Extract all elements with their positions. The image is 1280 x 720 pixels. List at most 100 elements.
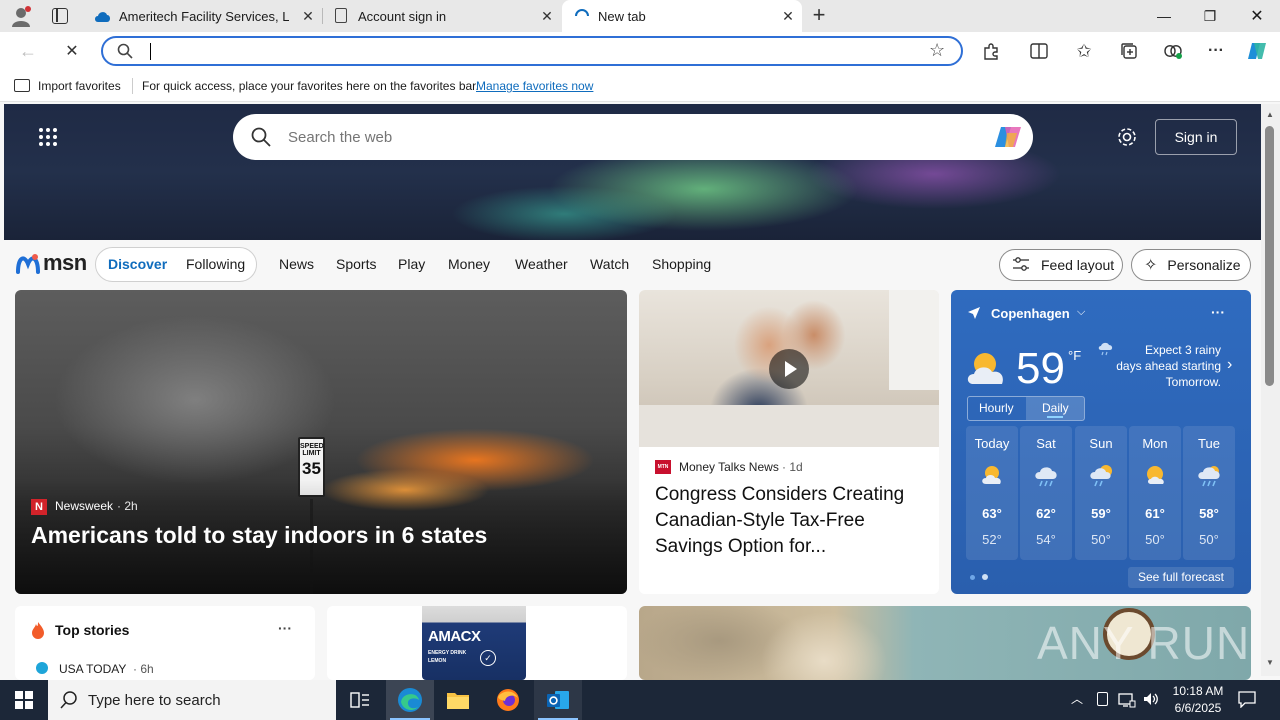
scroll-thumb[interactable] bbox=[1265, 126, 1274, 386]
newsweek-logo: N bbox=[31, 499, 47, 515]
tab-new-tab[interactable]: New tab ✕ bbox=[562, 0, 802, 32]
weather-alert[interactable]: Expect 3 rainy days ahead starting Tomor… bbox=[1103, 342, 1221, 390]
import-favorites-button[interactable]: Import favorites bbox=[38, 79, 121, 93]
browser-essentials-icon[interactable] bbox=[1161, 40, 1185, 62]
apps-launcher-icon[interactable] bbox=[38, 127, 58, 147]
ad-card[interactable]: AMACX ENERGY DRINK LEMON ✓ bbox=[327, 606, 627, 680]
weather-more-icon[interactable]: ··· bbox=[1211, 304, 1225, 320]
forecast-day-sat[interactable]: Sat 62° 54° bbox=[1020, 426, 1072, 560]
address-input[interactable] bbox=[147, 41, 907, 61]
address-bar[interactable]: ☆ bbox=[101, 36, 963, 66]
story-source: USA TODAY bbox=[59, 662, 127, 676]
rain-icon bbox=[1197, 464, 1223, 493]
forecast-low: 50° bbox=[1145, 532, 1165, 547]
nav-weather[interactable]: Weather bbox=[515, 256, 568, 272]
side-story-card[interactable]: MTN Money Talks News · 1d Congress Consi… bbox=[639, 290, 939, 594]
top-stories-more-icon[interactable]: ··· bbox=[278, 620, 292, 636]
close-window-button[interactable]: ✕ bbox=[1234, 0, 1280, 32]
new-tab-button[interactable]: + bbox=[808, 4, 830, 26]
forecast-day-today[interactable]: Today 63° 52° bbox=[966, 426, 1018, 560]
play-icon bbox=[785, 361, 797, 377]
back-button[interactable]: ← bbox=[16, 40, 40, 62]
close-tab-icon[interactable]: ✕ bbox=[780, 8, 796, 24]
profile-avatar[interactable] bbox=[10, 5, 32, 27]
clock-date: 6/6/2025 bbox=[1174, 701, 1222, 715]
main-story-card[interactable]: SPEED LIMIT 35 N Newsweek · 2h Americans… bbox=[15, 290, 627, 594]
tab-account-sign-in[interactable]: Account sign in ✕ bbox=[323, 0, 561, 32]
favorite-star-icon[interactable]: ☆ bbox=[929, 40, 945, 61]
sign-in-button[interactable]: Sign in bbox=[1155, 119, 1237, 155]
favorites-hint: For quick access, place your favorites h… bbox=[142, 79, 479, 93]
device-icon[interactable] bbox=[1097, 692, 1108, 706]
network-icon[interactable] bbox=[1118, 692, 1136, 713]
volume-icon[interactable] bbox=[1142, 690, 1160, 713]
task-view-button[interactable] bbox=[336, 680, 384, 720]
page-dot-active[interactable] bbox=[970, 575, 975, 580]
page-dot[interactable] bbox=[982, 574, 988, 580]
chevron-down-icon[interactable]: ⌵ bbox=[1077, 306, 1085, 319]
start-button[interactable] bbox=[0, 680, 48, 720]
taskbar-outlook[interactable] bbox=[534, 680, 582, 720]
settings-gear-icon[interactable] bbox=[1116, 126, 1138, 148]
forecast-day-sun[interactable]: Sun 59° 50° bbox=[1075, 426, 1127, 560]
notifications-icon[interactable] bbox=[1238, 690, 1256, 713]
nav-sports[interactable]: Sports bbox=[336, 256, 376, 272]
nav-watch[interactable]: Watch bbox=[590, 256, 629, 272]
story-headline[interactable]: Americans told to stay indoors in 6 stat… bbox=[31, 522, 487, 549]
forecast-day-label: Sat bbox=[1036, 436, 1056, 451]
forecast-low: 52° bbox=[982, 532, 1002, 547]
nav-play[interactable]: Play bbox=[398, 256, 425, 272]
following-tab[interactable]: Following bbox=[186, 256, 245, 272]
story-headline[interactable]: Congress Considers Creating Canadian-Sty… bbox=[655, 482, 930, 560]
temp-unit[interactable]: °F bbox=[1068, 348, 1081, 363]
forecast-day-label: Sun bbox=[1089, 436, 1113, 451]
chevron-right-icon[interactable]: › bbox=[1227, 356, 1232, 374]
see-full-forecast-button[interactable]: See full forecast bbox=[1128, 567, 1234, 588]
discover-tab[interactable]: Discover bbox=[108, 256, 167, 272]
import-favorites-icon[interactable] bbox=[14, 79, 30, 92]
web-search-box[interactable] bbox=[233, 114, 1033, 160]
play-video-button[interactable] bbox=[769, 349, 809, 389]
partly-sunny-icon bbox=[980, 464, 1006, 491]
forecast-day-mon[interactable]: Mon 61° 50° bbox=[1129, 426, 1181, 560]
nav-shopping[interactable]: Shopping bbox=[652, 256, 711, 272]
more-menu-icon[interactable]: ··· bbox=[1204, 40, 1228, 62]
scroll-down-icon[interactable]: ▼ bbox=[1266, 658, 1274, 667]
edge-icon bbox=[398, 688, 422, 712]
daily-tab[interactable]: Daily bbox=[1042, 401, 1069, 415]
show-hidden-icons-chevron[interactable]: ︿ bbox=[1071, 690, 1083, 707]
copilot-icon[interactable] bbox=[1245, 40, 1269, 62]
taskbar-firefox[interactable] bbox=[484, 680, 532, 720]
feed-layout-button[interactable]: Feed layout bbox=[999, 249, 1123, 281]
favorites-icon[interactable]: ✩ bbox=[1072, 40, 1096, 62]
restore-button[interactable]: ❐ bbox=[1187, 0, 1233, 32]
windows-logo-icon bbox=[15, 691, 33, 709]
msn-logo[interactable]: msn bbox=[16, 250, 87, 276]
copilot-search-icon[interactable] bbox=[993, 123, 1023, 156]
scroll-up-icon[interactable]: ▲ bbox=[1266, 110, 1274, 119]
minimize-button[interactable]: — bbox=[1141, 0, 1187, 32]
nav-news[interactable]: News bbox=[279, 256, 314, 272]
page-scrollbar[interactable]: ▲ ▼ bbox=[1261, 104, 1280, 676]
stop-loading-button[interactable]: ✕ bbox=[60, 40, 84, 62]
web-search-input[interactable] bbox=[288, 126, 968, 148]
close-tab-icon[interactable]: ✕ bbox=[300, 8, 316, 24]
taskbar-edge[interactable] bbox=[386, 680, 434, 720]
partly-cloudy-icon bbox=[965, 348, 1013, 393]
forecast-day-tue[interactable]: Tue 58° 50° bbox=[1183, 426, 1235, 560]
extensions-icon[interactable] bbox=[979, 40, 1003, 62]
manage-favorites-link[interactable]: Manage favorites now bbox=[476, 79, 593, 93]
tab-ameritech[interactable]: Ameritech Facility Services, LLC - ✕ bbox=[84, 0, 322, 32]
taskbar-search-box[interactable]: Type here to search bbox=[48, 680, 336, 720]
tab-actions-icon[interactable] bbox=[52, 8, 68, 24]
personalize-button[interactable]: ✧ Personalize bbox=[1131, 249, 1251, 281]
collections-icon[interactable] bbox=[1117, 40, 1141, 62]
illustration-card[interactable]: ANY RUN bbox=[639, 606, 1251, 680]
hourly-tab[interactable]: Hourly bbox=[979, 401, 1014, 415]
taskbar-file-explorer[interactable] bbox=[434, 680, 482, 720]
weather-city[interactable]: Copenhagen bbox=[991, 306, 1070, 321]
nav-money[interactable]: Money bbox=[448, 256, 490, 272]
clock[interactable]: 10:18 AM 6/6/2025 bbox=[1166, 683, 1230, 717]
close-tab-icon[interactable]: ✕ bbox=[539, 8, 555, 24]
split-screen-icon[interactable] bbox=[1027, 40, 1051, 62]
